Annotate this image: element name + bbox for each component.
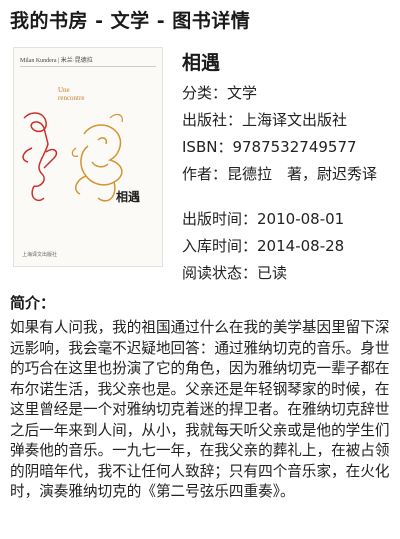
read-status-label: 阅读状态： (182, 264, 258, 282)
pub-date-row: 出版时间：2010-08-01 (182, 209, 344, 229)
publisher-row: 出版社：上海译文出版社 (182, 110, 347, 130)
publisher-value: 上海译文出版社 (242, 111, 348, 129)
pub-date-label: 出版时间： (182, 210, 258, 228)
isbn-label: ISBN： (182, 138, 233, 156)
stock-date-value: 2014-08-28 (257, 237, 345, 255)
cover-author: Milan Kundera | 米兰·昆德拉 (20, 58, 93, 64)
cover-illustration (22, 112, 123, 202)
cover-title: 相遇 (116, 190, 141, 204)
read-status-row: 阅读状态：已读 (182, 263, 287, 283)
category-label: 分类： (182, 84, 228, 102)
page-title: 我的书房 - 文学 - 图书详情 (10, 10, 251, 32)
isbn-row: ISBN：9787532749577 (182, 137, 357, 157)
cover-foreign-title: Une rencontre (58, 86, 85, 103)
stock-date-row: 入库时间：2014-08-28 (182, 236, 344, 256)
read-status-value: 已读 (257, 264, 288, 282)
book-title: 相遇 (182, 52, 221, 74)
publisher-label: 出版社： (182, 111, 243, 129)
book-cover-image: Milan Kundera | 米兰·昆德拉 Une rencontre 相遇 … (14, 48, 162, 266)
category-value: 文学 (227, 84, 258, 102)
author-value: 昆德拉 著，尉迟秀译 (227, 165, 378, 183)
cover-divider (20, 66, 156, 67)
intro-text: 如果有人问我，我的祖国通过什么在我的美学基因里留下深远影响，我会毫不迟疑地回答：… (10, 319, 390, 500)
cover-publisher: 上海译文出版社 (22, 252, 58, 258)
intro-label: 简介： (10, 294, 56, 312)
category-row: 分类：文学 (182, 83, 257, 103)
author-row: 作者：昆德拉 著，尉迟秀译 (182, 164, 392, 184)
author-label: 作者： (182, 165, 228, 183)
pub-date-value: 2010-08-01 (257, 210, 345, 228)
isbn-value: 9787532749577 (232, 138, 357, 156)
stock-date-label: 入库时间： (182, 237, 258, 255)
